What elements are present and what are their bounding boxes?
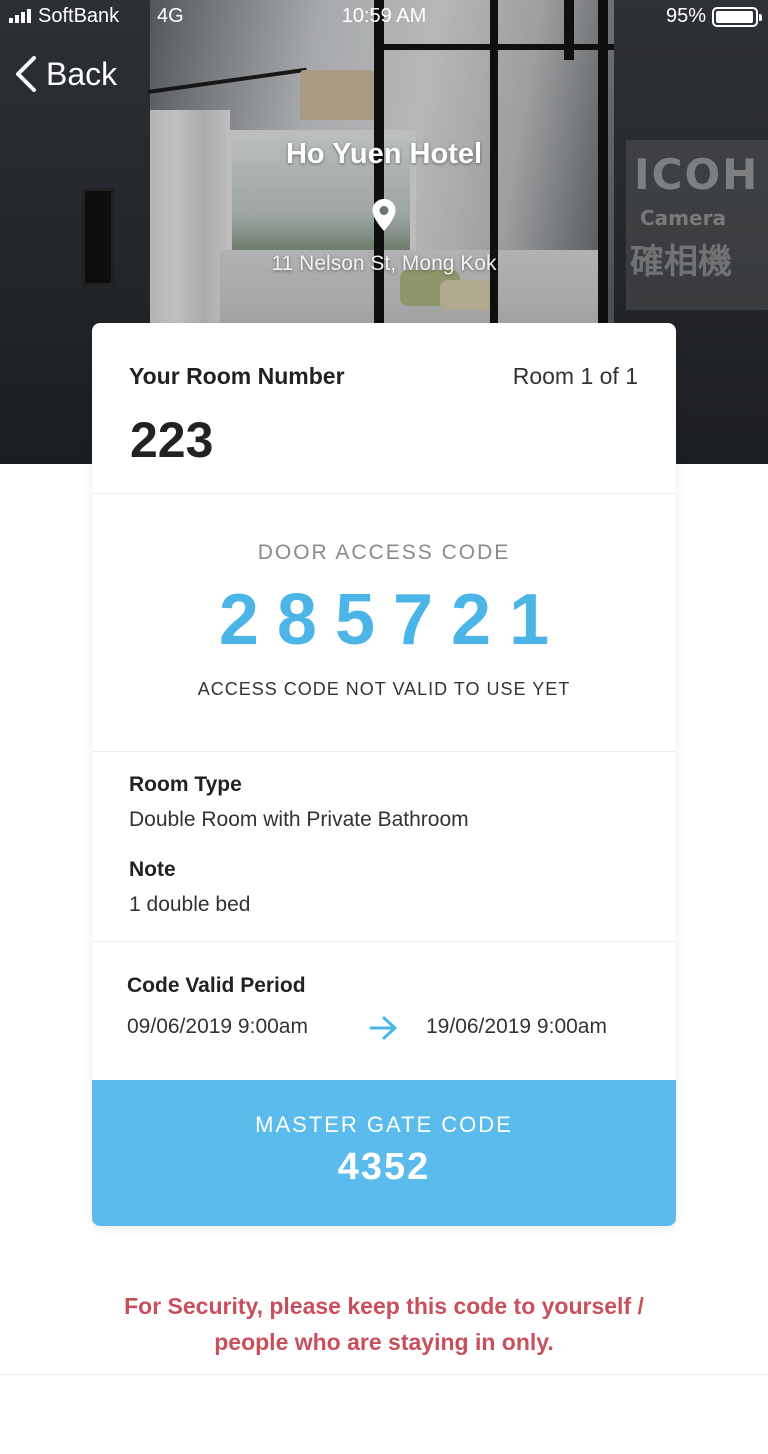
code-valid-period-label: Code Valid Period bbox=[127, 974, 306, 997]
door-access-code: 285721 bbox=[218, 580, 568, 660]
back-button[interactable]: Back bbox=[12, 52, 117, 96]
note-value: 1 double bed bbox=[129, 893, 251, 916]
room-type-label: Room Type bbox=[129, 773, 242, 796]
master-gate-code-label: MASTER GATE CODE bbox=[255, 1112, 513, 1137]
back-label: Back bbox=[46, 55, 118, 92]
divider bbox=[0, 1374, 768, 1375]
security-notice: For Security, please keep this code to y… bbox=[0, 1288, 768, 1360]
room-access-card: Your Room Number Room 1 of 1 223 DOOR AC… bbox=[92, 323, 676, 1226]
security-notice-line: people who are staying in only. bbox=[214, 1329, 554, 1355]
status-time: 10:59 AM bbox=[341, 5, 427, 27]
arrow-right-icon bbox=[369, 1016, 397, 1040]
access-code-status: ACCESS CODE NOT VALID TO USE YET bbox=[197, 679, 571, 699]
valid-to: 19/06/2019 9:00am bbox=[426, 1015, 607, 1038]
divider bbox=[92, 751, 676, 752]
hotel-name: Ho Yuen Hotel bbox=[285, 138, 483, 170]
master-gate-panel: MASTER GATE CODE 4352 bbox=[92, 1080, 676, 1226]
room-number-label: Your Room Number bbox=[129, 363, 345, 389]
divider bbox=[92, 941, 676, 942]
battery-icon bbox=[712, 7, 762, 27]
room-number: 223 bbox=[130, 412, 214, 468]
divider bbox=[92, 493, 676, 494]
room-type-value: Double Room with Private Bathroom bbox=[129, 808, 469, 831]
security-notice-line: For Security, please keep this code to y… bbox=[124, 1293, 644, 1319]
door-access-code-label: DOOR ACCESS CODE bbox=[257, 541, 511, 564]
master-gate-code: 4352 bbox=[337, 1146, 431, 1188]
room-count: Room 1 of 1 bbox=[512, 363, 638, 389]
chevron-left-icon bbox=[16, 56, 36, 92]
valid-from: 09/06/2019 9:00am bbox=[127, 1015, 308, 1038]
map-pin-icon bbox=[372, 199, 396, 231]
status-bar: SoftBank 4G 10:59 AM 95% bbox=[0, 0, 768, 34]
note-label: Note bbox=[129, 858, 176, 881]
battery-percent: 95% bbox=[665, 5, 706, 27]
hotel-address: 11 Nelson St, Mong Kok bbox=[271, 252, 497, 275]
